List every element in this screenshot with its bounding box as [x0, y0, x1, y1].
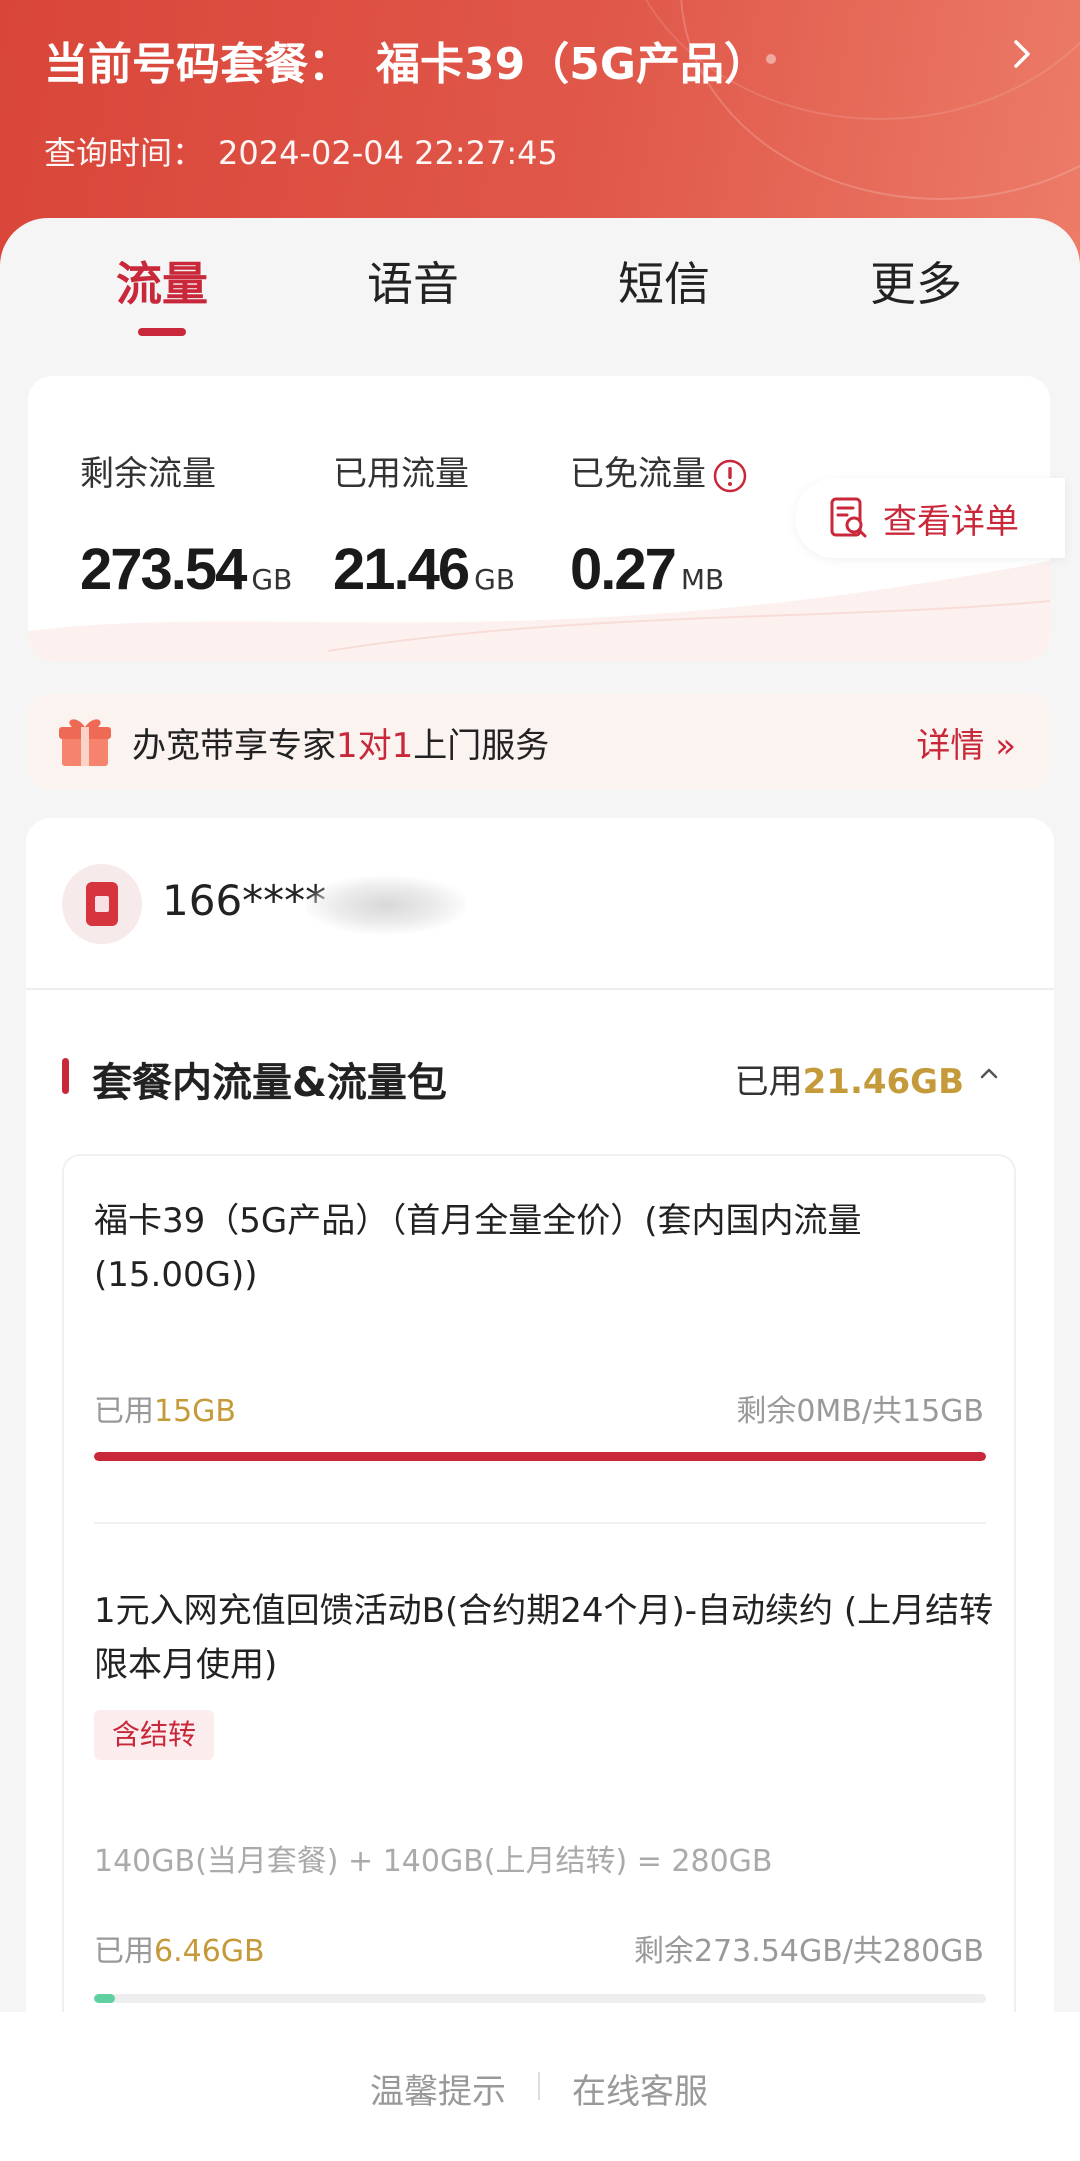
tab-sms[interactable]: 短信 [564, 248, 764, 314]
free-unit: MB [680, 563, 725, 596]
free-label: 已免流量 [570, 454, 706, 494]
query-time-value: 2024-02-04 22:27:45 [218, 134, 558, 172]
banner-text-highlight: 1对1 [336, 726, 414, 766]
query-time-label: 查询时间： [44, 134, 205, 172]
package-used: 已用15GB [94, 1386, 236, 1430]
plan-label: 当前号码套餐： [44, 39, 352, 90]
banner-detail-link[interactable]: 详情 » [916, 718, 1016, 767]
online-service-link[interactable]: 在线客服 [572, 2064, 708, 2113]
used-unit: GB [474, 563, 516, 596]
remaining-unit: GB [251, 563, 293, 596]
plan-name: 福卡39（5G产品） [376, 39, 768, 90]
plan-title: 当前号码套餐： 福卡39（5G产品） [44, 28, 768, 92]
package-list: 福卡39（5G产品）（首月全量全价）(套内国内流量(15.00G)) 已用15G… [62, 1154, 1016, 2134]
package-card: 166**** 套餐内流量&流量包 已用21.46GB 福卡39（5G产品）（首… [26, 818, 1054, 2134]
sim-card-icon [62, 864, 142, 944]
footer-bar: 温馨提示 在线客服 [0, 2012, 1080, 2161]
remaining-label: 剩余流量 [80, 454, 216, 494]
package-formula: 140GB(当月套餐) + 140GB(上月结转) = 280GB [94, 1844, 773, 1879]
query-time: 查询时间： 2024-02-04 22:27:45 [44, 128, 558, 174]
phone-number: 166**** [162, 876, 327, 925]
package-progress-bar [94, 1994, 986, 2003]
carryover-tag: 含结转 [94, 1710, 215, 1760]
section-used-prefix: 已用 [734, 1062, 803, 1102]
view-detail-button[interactable]: 查看详单 [795, 478, 1065, 558]
package-remaining: 剩余0MB/共15GB [736, 1394, 984, 1429]
remaining-number: 273.54 [80, 537, 247, 602]
remaining-value: 273.54 GB [80, 536, 292, 603]
banner-text-before: 办宽带享专家 [132, 726, 336, 766]
masked-digits [306, 876, 466, 934]
free-value: 0.27 MB [570, 536, 724, 603]
section-title: 套餐内流量&流量包 [92, 1060, 447, 1106]
info-icon[interactable] [712, 458, 748, 494]
package-used-prefix: 已用 [94, 1934, 154, 1969]
chevron-right-icon[interactable] [1004, 36, 1040, 72]
section-used-value: 21.46GB [802, 1062, 964, 1102]
footer-divider [538, 2072, 540, 2100]
section-used[interactable]: 已用21.46GB [735, 1054, 964, 1103]
tab-indicator [138, 328, 186, 336]
package-separator [94, 1522, 986, 1524]
section-accent-bar [62, 1058, 69, 1094]
package-used: 已用6.46GB [94, 1926, 265, 1970]
tab-data[interactable]: 流量 [62, 248, 262, 314]
package-name: 1元入网充值回馈活动B(合约期24个月)-自动续约 (上月结转限本月使用) [94, 1591, 994, 1685]
package-progress-bar [94, 1452, 986, 1461]
used-label: 已用流量 [333, 454, 469, 494]
tab-more[interactable]: 更多 [816, 248, 1016, 314]
package-used-prefix: 已用 [94, 1394, 154, 1429]
free-number: 0.27 [570, 537, 677, 602]
package-name: 福卡39（5G产品）（首月全量全价）(套内国内流量(15.00G)) [94, 1201, 862, 1295]
package-progress-fill [94, 1452, 986, 1461]
banner-text-after: 上门服务 [413, 726, 550, 766]
used-number: 21.46 [333, 537, 470, 602]
package-remaining: 剩余273.54GB/共280GB [634, 1934, 984, 1969]
view-detail-label: 查看详单 [883, 502, 1019, 542]
header-dot [766, 54, 776, 64]
bill-search-icon [830, 497, 867, 538]
divider [26, 988, 1054, 990]
gift-icon [59, 719, 111, 766]
free-label-group: 已免流量 [570, 446, 748, 495]
used-value: 21.46 GB [333, 536, 515, 603]
package-progress-fill [94, 1994, 115, 2003]
tips-link[interactable]: 温馨提示 [370, 2064, 506, 2113]
tab-voice[interactable]: 语音 [313, 248, 513, 314]
package-used-value: 6.46GB [154, 1934, 265, 1969]
banner-text: 办宽带享专家1对1上门服务 [132, 718, 549, 767]
broadband-promo-banner[interactable]: 办宽带享专家1对1上门服务 详情 » [28, 694, 1050, 790]
chevron-up-icon[interactable] [978, 1062, 1000, 1084]
package-used-value: 15GB [154, 1394, 237, 1429]
